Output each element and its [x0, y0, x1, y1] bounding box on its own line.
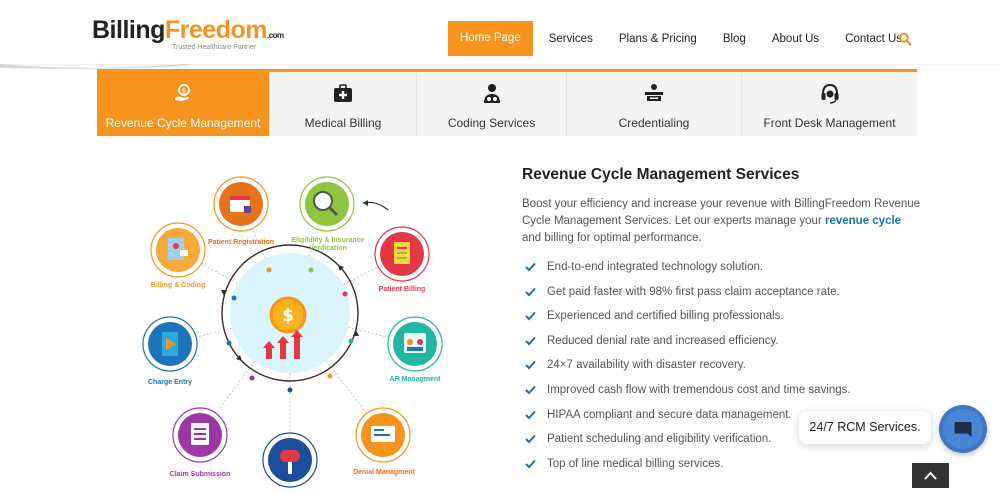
node-patient-registration: [213, 176, 269, 232]
svg-text:$: $: [182, 87, 186, 95]
chat-open-button[interactable]: [939, 405, 987, 453]
service-tabs: $ Revenue Cycle Management Medical Billi…: [97, 69, 917, 136]
label-eligibility-line2: Verification: [309, 245, 347, 252]
check-icon: [525, 385, 536, 395]
tab-label: Medical Billing: [304, 116, 382, 130]
rcm-diagram-graphic: $: [142, 176, 443, 488]
tab-label: Coding Services: [447, 116, 536, 130]
logo[interactable]: BillingFreedom.com Trusted Healthcare Pa…: [92, 16, 284, 58]
label-patient-registration: Patient Registration: [207, 239, 275, 246]
list-item-text: 24×7 availability with disaster recovery…: [547, 359, 746, 372]
label-ar-management: AR Managment: [389, 376, 441, 383]
check-icon: [525, 410, 536, 420]
credential-icon: [645, 84, 663, 101]
tab-front-desk-management[interactable]: Front Desk Management: [742, 72, 917, 136]
check-icon: [525, 434, 536, 444]
intro-paragraph: Boost your efficiency and increase your …: [522, 196, 922, 247]
tab-label: Front Desk Management: [763, 116, 896, 130]
search-icon[interactable]: [898, 32, 912, 46]
section-title: Revenue Cycle Management Services: [522, 166, 800, 183]
node-billing-coding: [150, 222, 206, 278]
list-item: Reduced denial rate and increased effici…: [522, 334, 922, 359]
chat-button-face: [943, 409, 983, 449]
list-item: Experienced and certified billing profes…: [522, 309, 922, 334]
logo-text-part2: Freedom: [164, 16, 268, 44]
benefits-list: End-to-end integrated technology solutio…: [522, 260, 922, 481]
nav-plans-pricing[interactable]: Plans & Pricing: [619, 33, 697, 45]
coder-icon: [483, 84, 500, 103]
nav-blog[interactable]: Blog: [723, 33, 746, 45]
chat-icon: [954, 422, 972, 437]
list-item-text: Improved cash flow with tremendous cost …: [547, 383, 851, 396]
label-charge-entry: Charge Entry: [148, 379, 192, 386]
node-patient-billing: [374, 226, 430, 282]
chevron-up-icon: [924, 471, 937, 480]
node-ar-management: [387, 316, 443, 372]
list-item-text: Reduced denial rate and increased effici…: [547, 334, 779, 347]
list-item-text: Top of line medical billing services.: [547, 457, 724, 470]
tab-credentialing[interactable]: Credentialing: [567, 72, 742, 136]
chat-bubble[interactable]: 24/7 RCM Services.: [799, 411, 931, 444]
list-item-text: HIPAA compliant and secure data manageme…: [547, 408, 792, 421]
medical-kit-icon: [334, 84, 352, 102]
nav-about-us[interactable]: About Us: [772, 33, 819, 45]
list-item: Get paid faster with 98% first pass clai…: [522, 285, 922, 310]
node-eligibility-verification: [299, 176, 355, 232]
hand-coin-icon: $: [175, 84, 190, 101]
check-icon: [525, 262, 536, 272]
label-patient-billing: Patient Billing: [378, 286, 426, 293]
node-claim-submission: [172, 407, 228, 463]
revenue-cycle-link[interactable]: revenue cycle: [825, 215, 901, 227]
tab-coding-services[interactable]: Coding Services: [417, 72, 567, 136]
tab-label: Revenue Cycle Management: [105, 116, 261, 130]
label-billing-coding: Billing & Coding: [150, 282, 206, 289]
check-icon: [525, 287, 536, 297]
label-denial-management: Denial Managment: [353, 469, 415, 476]
tab-label: Credentialing: [618, 116, 690, 130]
check-icon: [525, 312, 536, 321]
node-denial-management: [355, 407, 411, 463]
logo-suffix: .com: [266, 31, 284, 40]
list-item: End-to-end integrated technology solutio…: [522, 260, 922, 285]
nav-contact-us[interactable]: Contact Us: [845, 33, 902, 45]
check-icon: [525, 459, 536, 469]
logo-text-part1: Billing: [92, 16, 165, 44]
logo-tagline: Trusted Healthcare Partner: [172, 44, 257, 51]
list-item: Top of line medical billing services.: [522, 457, 922, 482]
list-item: 24×7 availability with disaster recovery…: [522, 358, 922, 383]
scroll-to-top-button[interactable]: [912, 463, 949, 488]
nav-services[interactable]: Services: [549, 33, 593, 45]
center-dollar-symbol: $: [282, 306, 294, 326]
nav-home[interactable]: Home Page: [448, 21, 533, 56]
intro-text-after: and billing for optimal performance.: [522, 232, 702, 244]
list-item-text: Experienced and certified billing profes…: [547, 310, 784, 323]
check-icon: [525, 336, 536, 346]
tab-revenue-cycle-management[interactable]: $ Revenue Cycle Management: [97, 72, 270, 136]
main-nav: Home Page Services Plans & Pricing Blog …: [448, 21, 902, 56]
tab-medical-billing[interactable]: Medical Billing: [270, 72, 417, 136]
label-eligibility-line1: Eligibility & Insurance: [291, 237, 365, 244]
list-item-text: End-to-end integrated technology solutio…: [547, 261, 764, 273]
check-icon: [525, 361, 536, 370]
list-item: Improved cash flow with tremendous cost …: [522, 383, 922, 408]
headset-icon: [821, 83, 838, 104]
node-mailbox: [262, 432, 318, 488]
site-header: BillingFreedom.com Trusted Healthcare Pa…: [0, 0, 1000, 64]
label-claim-submission: Claim Submission: [169, 471, 231, 478]
list-item-text: Get paid faster with 98% first pass clai…: [547, 285, 840, 298]
node-charge-entry: [142, 316, 198, 372]
rcm-cycle-diagram: $ Patient Registration Eligibility & Ins…: [130, 170, 460, 488]
list-item-text: Patient scheduling and eligibility verif…: [547, 433, 772, 446]
